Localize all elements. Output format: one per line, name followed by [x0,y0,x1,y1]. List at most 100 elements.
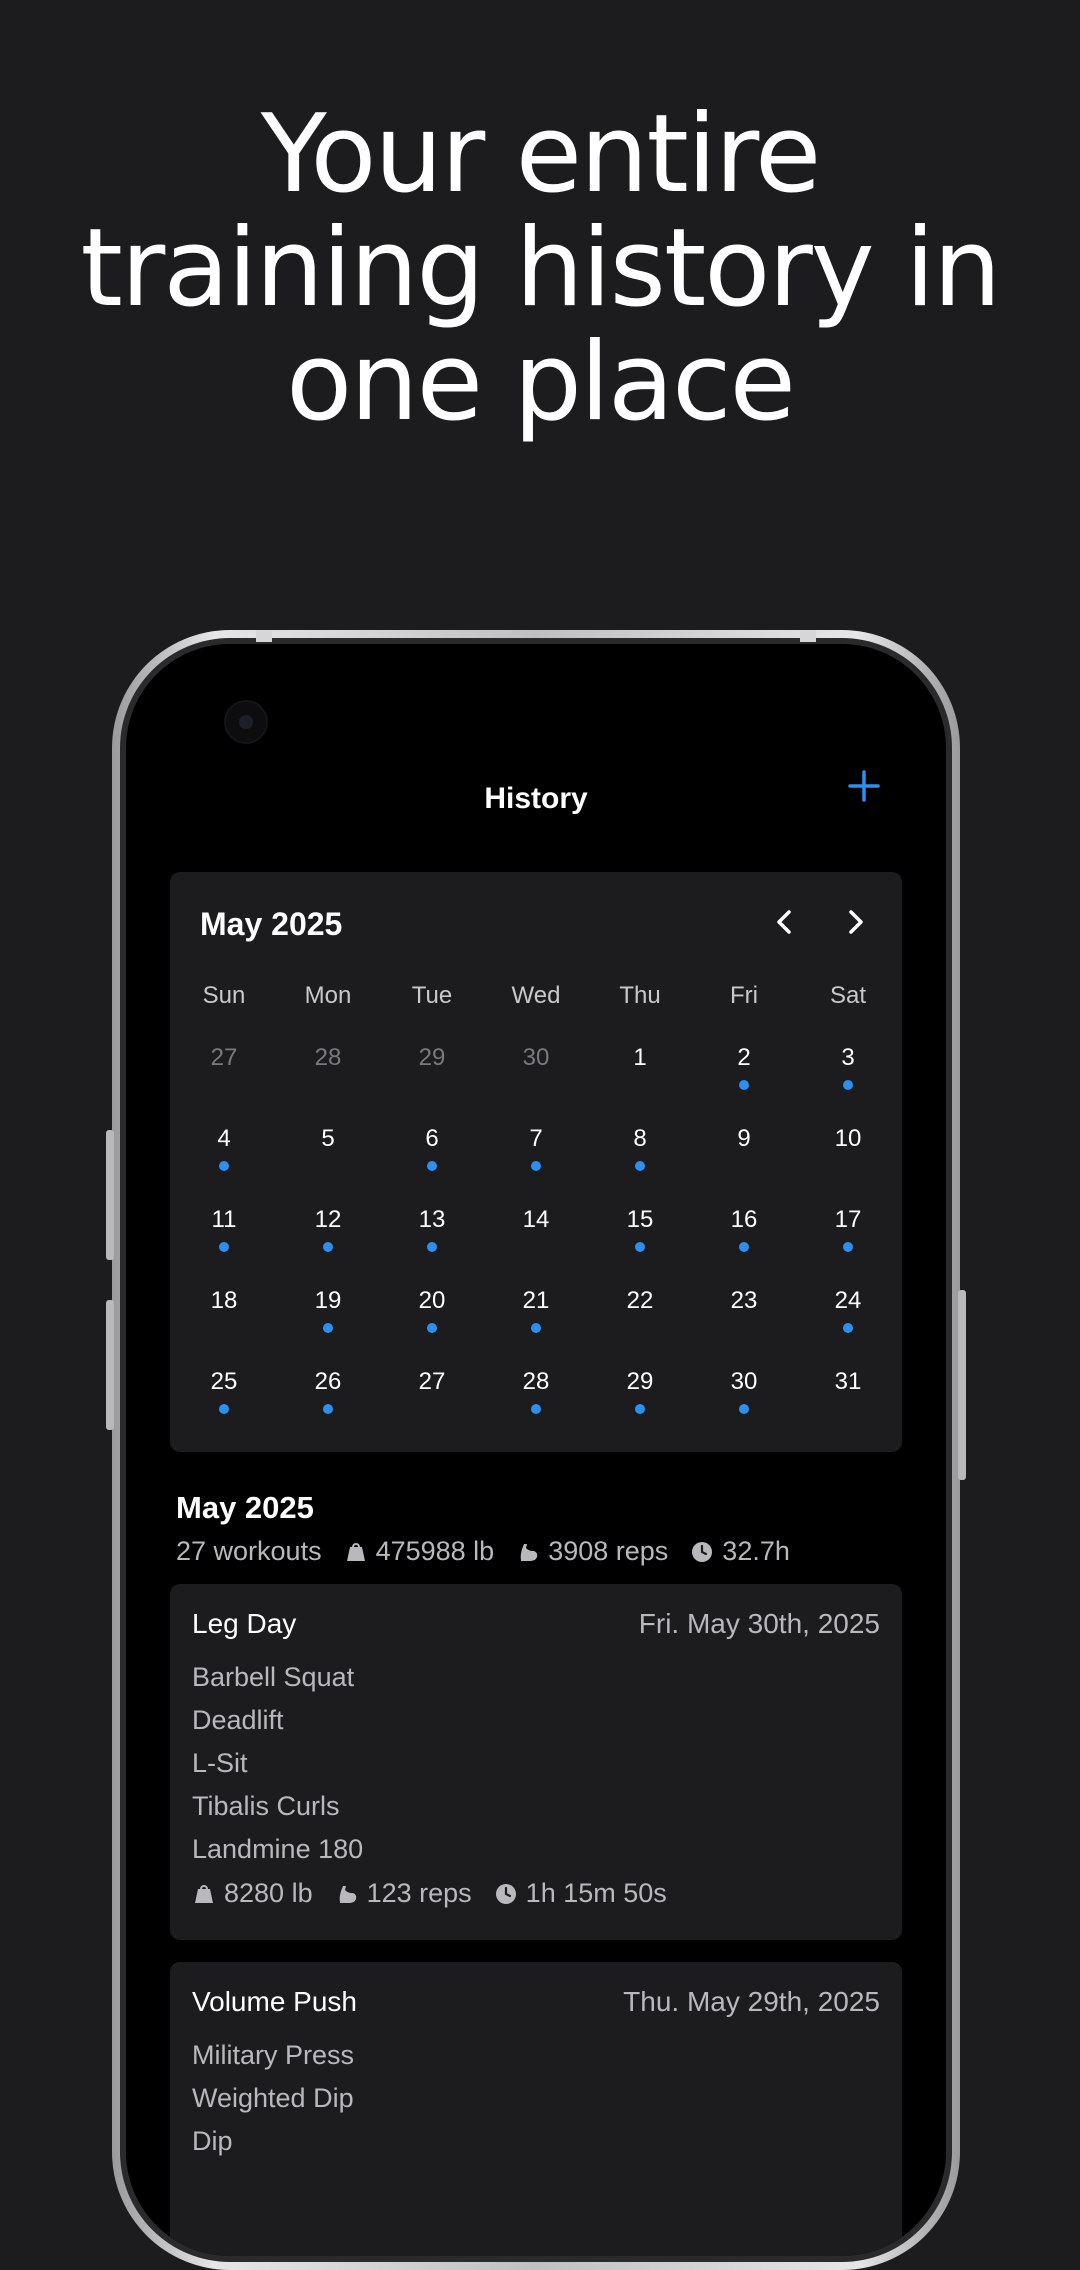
workout-title: Volume Push [192,1986,357,2017]
calendar-day[interactable]: 5 [276,1125,380,1206]
calendar-day-number: 28 [522,1368,550,1395]
calendar-day-number: 27 [418,1368,446,1395]
calendar-day[interactable]: 4 [172,1125,276,1206]
app-screen: History May 2025 Sun Mon Tue Wed Thu Fri… [126,644,946,2256]
calendar-day-number: 8 [633,1125,647,1152]
calendar-month-label: May 2025 [200,906,343,942]
calendar-day[interactable]: 14 [484,1206,588,1287]
next-month-button[interactable] [836,902,876,942]
calendar-day-number: 17 [834,1206,862,1233]
calendar-day[interactable]: 7 [484,1125,588,1206]
workout-indicator-dot [739,1080,749,1090]
calendar-day[interactable]: 24 [796,1287,900,1368]
add-workout-button[interactable] [842,764,886,808]
side-button [106,1300,114,1430]
workout-indicator-dot [531,1323,541,1333]
calendar-day[interactable]: 30 [692,1368,796,1449]
calendar-day[interactable]: 27 [380,1368,484,1449]
calendar-day[interactable]: 15 [588,1206,692,1287]
headline-line-1: Your entire [260,92,822,217]
calendar-day-number: 26 [314,1368,342,1395]
calendar-day[interactable]: 11 [172,1206,276,1287]
calendar-day[interactable]: 26 [276,1368,380,1449]
calendar-day[interactable]: 27 [172,1044,276,1125]
calendar-day-number: 20 [418,1287,446,1314]
workout-card[interactable]: Leg Day Fri. May 30th, 2025 Barbell Squa… [170,1584,902,1940]
exercise-list: Barbell Squat Deadlift L-Sit Tibalis Cur… [192,1656,363,1871]
side-button [106,1130,114,1260]
calendar-day[interactable]: 25 [172,1368,276,1449]
calendar-day[interactable]: 20 [380,1287,484,1368]
calendar-day[interactable]: 12 [276,1206,380,1287]
calendar-day-number: 15 [626,1206,654,1233]
calendar-day-number: 21 [522,1287,550,1314]
calendar-day[interactable]: 6 [380,1125,484,1206]
workout-indicator-dot [739,1404,749,1414]
total-duration-text: 32.7h [722,1536,790,1566]
workout-count: 27 workouts [176,1536,322,1567]
clock-icon [495,1883,516,1904]
workout-indicator-dot [843,1080,853,1090]
exercise-list: Military Press Weighted Dip Dip [192,2034,354,2163]
page-title: History [484,782,588,815]
calendar-day[interactable]: 29 [380,1044,484,1125]
calendar-day[interactable]: 17 [796,1206,900,1287]
exercise-item: Landmine 180 [192,1834,364,1864]
calendar-day-number: 14 [522,1206,550,1233]
calendar-day[interactable]: 29 [588,1368,692,1449]
weekday-label: Sun [202,982,246,1009]
workout-indicator-dot [219,1161,229,1171]
workout-indicator-dot [427,1161,437,1171]
workout-indicator-dot [427,1323,437,1333]
workout-title: Leg Day [192,1608,297,1639]
calendar-day[interactable]: 28 [484,1368,588,1449]
calendar-day-number: 30 [522,1044,550,1071]
calendar-day[interactable]: 8 [588,1125,692,1206]
workout-indicator-dot [219,1404,229,1414]
marketing-headline: Your entire training history in one plac… [0,98,1080,440]
calendar-day[interactable]: 18 [172,1287,276,1368]
calendar-day[interactable]: 2 [692,1044,796,1125]
exercise-item: Weighted Dip [192,2083,354,2113]
exercise-item: Military Press [192,2040,355,2070]
calendar-day-number: 29 [626,1368,654,1395]
calendar-day[interactable]: 19 [276,1287,380,1368]
antenna-band [800,630,816,642]
calendar-day-number: 11 [211,1206,237,1233]
calendar-day[interactable]: 22 [588,1287,692,1368]
workout-card[interactable]: Volume Push Thu. May 29th, 2025 Military… [170,1962,902,2256]
antenna-band [256,630,272,642]
workout-indicator-dot [531,1404,541,1414]
weekday-label: Thu [619,982,661,1009]
calendar-day[interactable]: 21 [484,1287,588,1368]
exercise-item: Deadlift [192,1705,284,1735]
calendar-day[interactable]: 13 [380,1206,484,1287]
calendar-day[interactable]: 28 [276,1044,380,1125]
exercise-item: Tibalis Curls [192,1791,340,1821]
chevron-left-icon [777,910,791,934]
phone-frame: History May 2025 Sun Mon Tue Wed Thu Fri… [106,630,966,2270]
weekday-label: Mon [304,982,352,1009]
workout-indicator-dot [323,1323,333,1333]
flexed-arm-icon [339,1885,356,1903]
workout-duration: 1h 15m 50s [494,1878,667,1909]
calendar-day-number: 16 [730,1206,758,1233]
calendar-day-number: 4 [217,1125,231,1152]
calendar-day[interactable]: 30 [484,1044,588,1125]
calendar-day[interactable]: 1 [588,1044,692,1125]
workout-indicator-dot [635,1404,645,1414]
calendar-day[interactable]: 23 [692,1287,796,1368]
calendar-day[interactable]: 9 [692,1125,796,1206]
workout-indicator-dot [843,1242,853,1252]
calendar-day[interactable]: 16 [692,1206,796,1287]
calendar-day[interactable]: 10 [796,1125,900,1206]
calendar-day[interactable]: 3 [796,1044,900,1125]
front-camera [224,700,268,744]
workout-weight: 8280 lb [192,1878,313,1909]
workout-indicator-dot [531,1161,541,1171]
weekday-label: Fri [730,982,758,1009]
calendar-day[interactable]: 31 [796,1368,900,1449]
plus-icon [848,770,880,802]
previous-month-button[interactable] [764,902,804,942]
workout-indicator-dot [635,1242,645,1252]
